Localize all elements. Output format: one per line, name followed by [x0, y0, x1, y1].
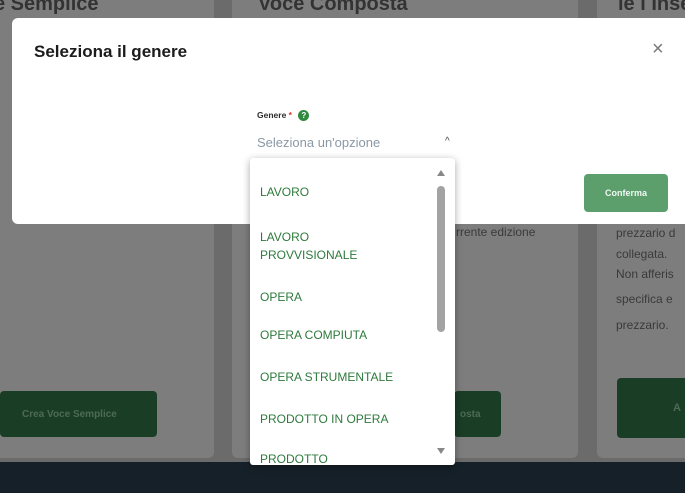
background-text-line: Non afferis	[616, 267, 674, 281]
genre-select-placeholder: Seleziona un'opzione	[257, 135, 381, 150]
create-composite-item-button[interactable]: osta	[454, 391, 501, 437]
help-icon[interactable]: ?	[298, 110, 310, 122]
background-text-line: prezzario d	[616, 226, 676, 240]
modal-title: Seleziona il genere	[34, 42, 188, 61]
close-icon[interactable]: ×	[652, 38, 664, 61]
confirm-button[interactable]: Conferma	[584, 174, 668, 212]
background-heading-simple: e Semplice	[0, 0, 99, 15]
genre-select[interactable]: Seleziona un'opzione ^	[257, 131, 453, 159]
background-text-line: collegata.	[616, 247, 668, 261]
option-lavoro[interactable]: LAVORO	[260, 183, 428, 201]
required-mark: *	[288, 110, 292, 120]
genre-options-dropdown: LAVORO LAVORO PROVVISIONALE OPERA OPERA …	[250, 158, 455, 465]
create-simple-item-button[interactable]: Crea Voce Semplice	[0, 391, 157, 437]
option-opera[interactable]: OPERA	[260, 288, 428, 306]
genre-field-label: Genere * ?	[257, 110, 310, 122]
scroll-up-icon[interactable]	[437, 170, 445, 176]
page-footer	[0, 462, 685, 493]
background-text-line: specifica e	[616, 292, 673, 306]
background-text-line: prezzario.	[616, 318, 669, 332]
option-prodotto-in-opera[interactable]: PRODOTTO IN OPERA	[260, 410, 428, 428]
background-heading-insert: ie l Inse	[618, 0, 685, 15]
insert-button[interactable]: A	[617, 378, 685, 438]
background-text-edition: rrente edizione	[456, 225, 536, 239]
genre-label-text: Genere	[257, 110, 287, 120]
scroll-down-icon[interactable]	[437, 448, 445, 454]
option-lavoro-provvisionale[interactable]: LAVORO PROVVISIONALE	[260, 228, 370, 264]
option-opera-strumentale[interactable]: OPERA STRUMENTALE	[260, 368, 428, 386]
scrollbar-thumb[interactable]	[437, 186, 445, 332]
option-opera-compiuta[interactable]: OPERA COMPIUTA	[260, 326, 428, 344]
dropdown-scrollbar[interactable]	[434, 166, 448, 460]
chevron-up-icon[interactable]: ^	[445, 136, 450, 147]
option-prodotto-semilavorato[interactable]: PRODOTTO SEMILAVORATO	[260, 450, 370, 465]
background-heading-composite: Voce Composta	[258, 0, 408, 15]
